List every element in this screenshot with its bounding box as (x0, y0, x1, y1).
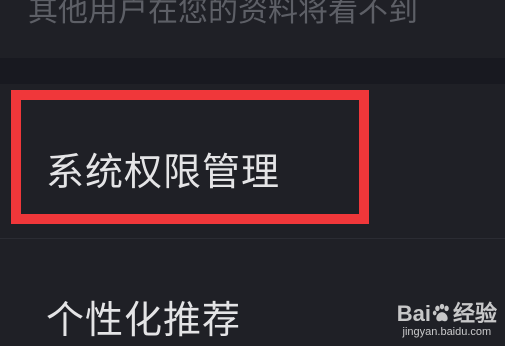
watermark-brand-left: Bai (396, 301, 431, 326)
baidu-jingyan-watermark: Bai 经验 jingyan.baidu.com (397, 296, 497, 338)
watermark-brand-right: 经验 (452, 301, 497, 326)
profile-privacy-text: 其他用户在您的资料将看不到 (28, 0, 418, 29)
section-divider (0, 58, 505, 84)
settings-item-label: 个性化推荐 (46, 298, 242, 342)
highlight-annotation-box (11, 90, 369, 224)
watermark-url: jingyan.baidu.com (402, 326, 492, 338)
baidu-paw-icon (432, 303, 449, 322)
